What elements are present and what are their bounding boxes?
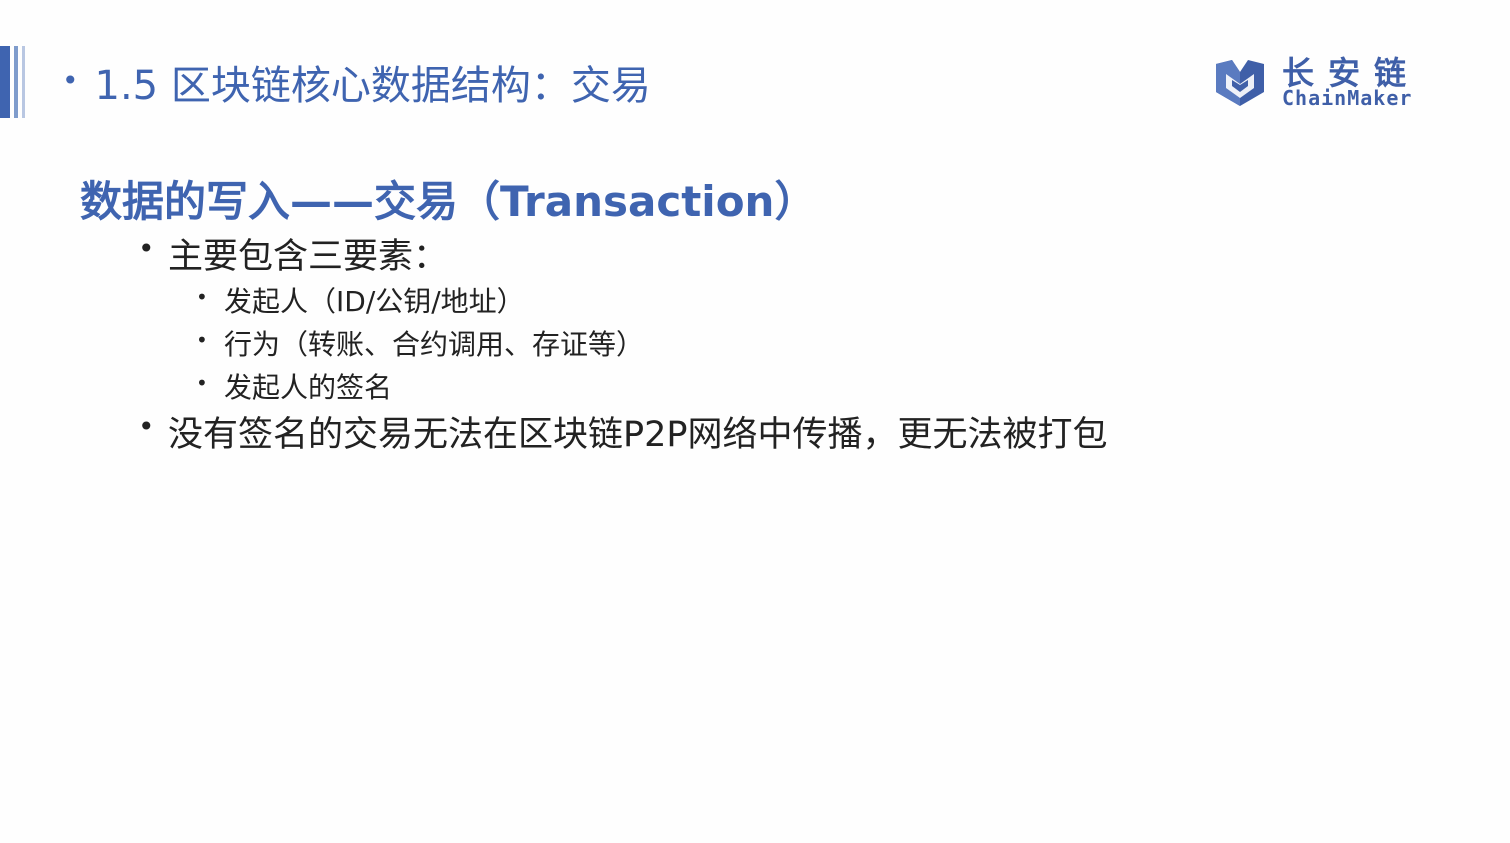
list-item-text: 没有签名的交易无法在区块链P2P网络中传播，更无法被打包 [168,415,1108,455]
slide-title: • 1.5 区块链核心数据结构：交易 [62,52,651,112]
accent-bar [22,46,25,118]
list-item: • 没有签名的交易无法在区块链P2P网络中传播，更无法被打包 [138,406,1108,457]
bullet-marker: • [196,371,208,395]
list-item: • 发起人（ID/公钥/地址） [196,280,525,320]
accent-bar [14,46,18,118]
section-title: 数据的写入——交易（Transaction） [80,177,817,226]
list-item-text: 发起人的签名 [224,371,393,404]
bullet-marker: • [196,328,208,352]
title-bullet: • [62,63,79,97]
list-item: • 主要包含三要素： [138,228,449,279]
bullet-marker: • [138,410,155,443]
slide-title-text: 1.5 区块链核心数据结构：交易 [94,63,651,109]
list-item: • 发起人的签名 [196,366,393,406]
list-item-text: 发起人（ID/公钥/地址） [224,285,525,318]
logo-name-en: ChainMaker [1282,86,1413,110]
list-item-text: 主要包含三要素： [168,237,449,277]
accent-bar [0,46,10,118]
bullet-marker: • [138,232,155,265]
chainmaker-logo-icon [1216,60,1264,106]
slide: • 1.5 区块链核心数据结构：交易 长安链 ChainMaker 数据的写入—… [0,0,1510,843]
bullet-marker: • [196,285,208,309]
list-item: • 行为（转账、合约调用、存证等） [196,323,645,363]
list-item-text: 行为（转账、合约调用、存证等） [224,328,645,361]
chainmaker-logo: 长安链 ChainMaker [1210,52,1455,112]
